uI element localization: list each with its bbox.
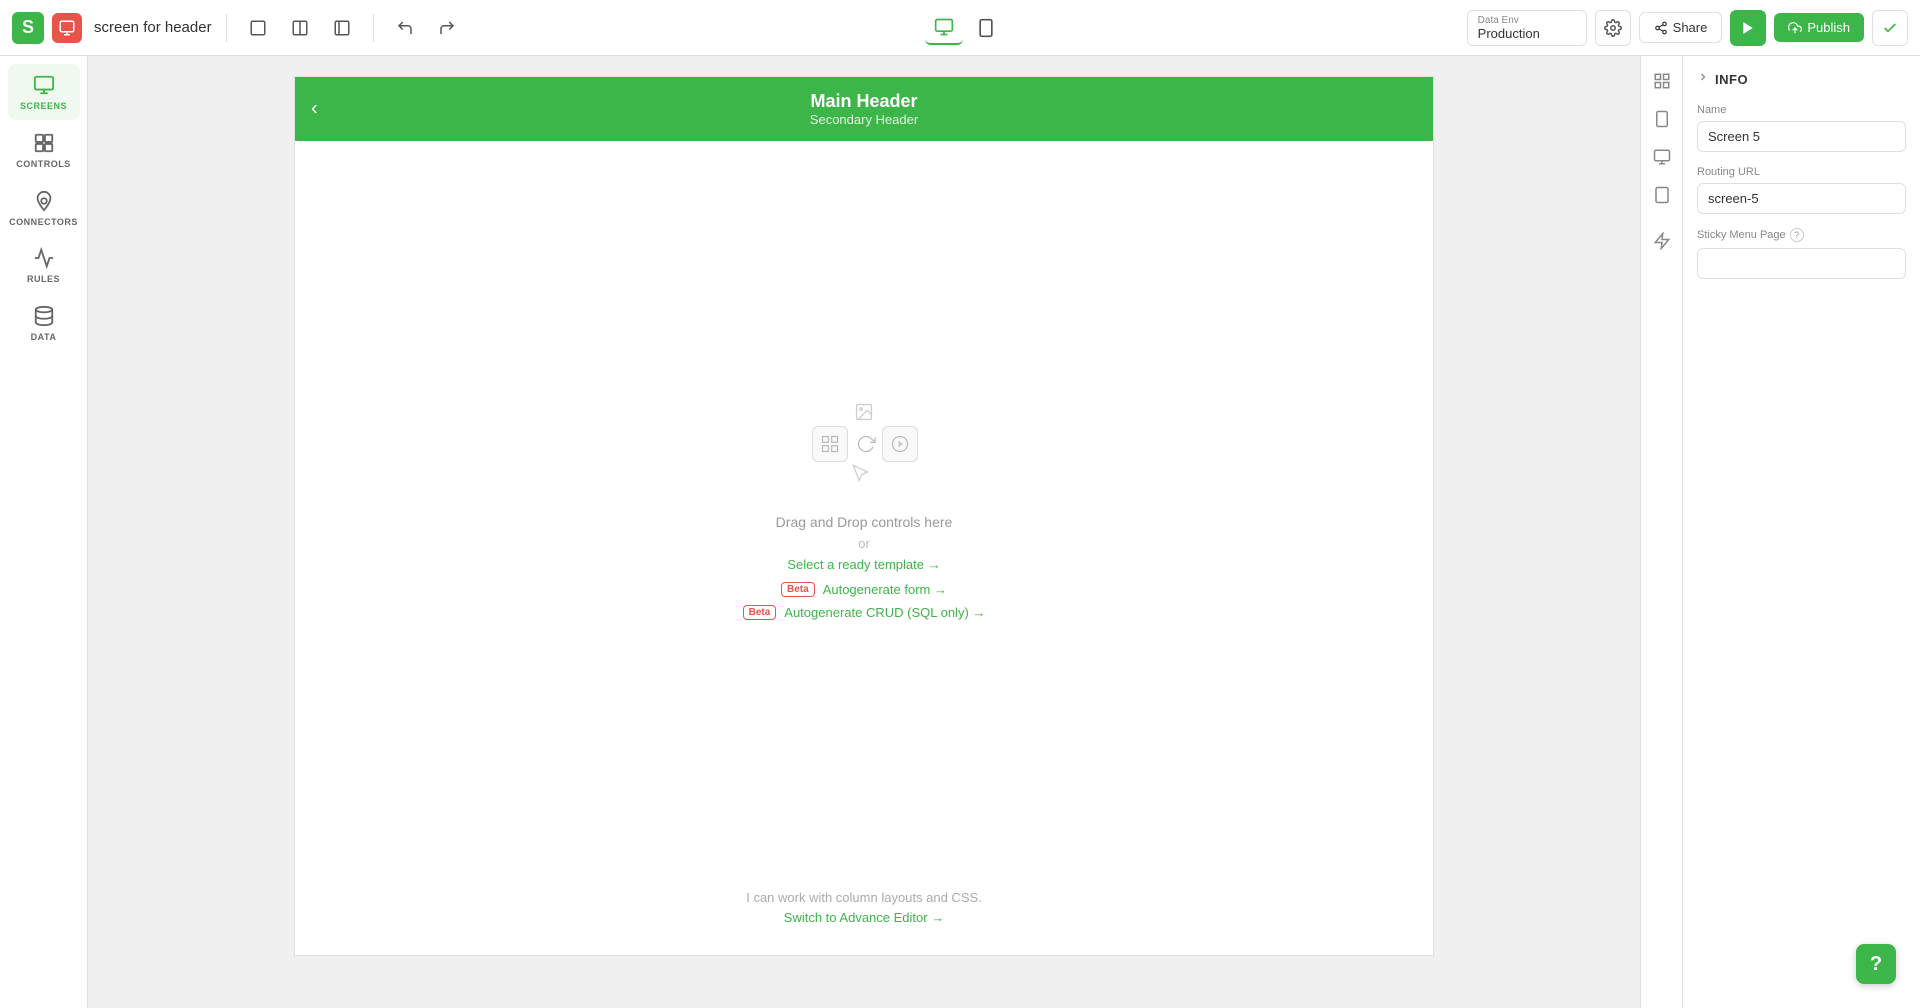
right-sidebar-icon-strip [1641, 56, 1683, 1008]
rs-mobile-tab-button[interactable] [1645, 102, 1679, 136]
sidebar-data-label: DATA [31, 332, 57, 343]
sidebar-item-connectors[interactable]: CONNECTORS [8, 180, 80, 236]
beta-row-crud: Beta Autogenerate CRUD (SQL only) → [743, 605, 986, 620]
screen-title: screen for header [94, 19, 212, 36]
info-chevron-right-icon [1697, 70, 1709, 88]
undo-button[interactable] [388, 11, 422, 45]
publish-button[interactable]: Publish [1774, 13, 1864, 42]
help-fab-button[interactable]: ? [1856, 944, 1896, 984]
autogenerate-crud-link[interactable]: Autogenerate CRUD (SQL only) → [784, 605, 985, 620]
data-env-value: Production [1478, 26, 1540, 41]
toolbar-right: Data Env Production Share Publish [1467, 10, 1908, 46]
redo-button[interactable] [430, 11, 464, 45]
right-sidebar-content: INFO Name Routing URL Sticky Menu Page ? [1683, 56, 1920, 1008]
data-env-label: Data Env [1478, 15, 1519, 26]
toolbar-divider-1 [226, 14, 227, 42]
back-arrow-button[interactable]: ‹ [311, 98, 318, 121]
canvas-inner: ‹ Main Header Secondary Header [88, 56, 1640, 1008]
sidebar-connectors-label: CONNECTORS [9, 217, 78, 228]
beta-row-form: Beta Autogenerate form → [781, 582, 947, 597]
bottom-info: I can work with column layouts and CSS. … [295, 890, 1433, 925]
left-sidebar: SCREENS CONTROLS CONNECTORS RULES DATA [0, 56, 88, 1008]
preview-button[interactable] [1730, 10, 1766, 46]
layout-side-button[interactable] [325, 11, 359, 45]
info-section-header[interactable]: INFO [1697, 70, 1906, 88]
select-template-link[interactable]: Select a ready template → [787, 557, 940, 572]
drop-zone-icons [804, 394, 924, 494]
right-sidebar: INFO Name Routing URL Sticky Menu Page ? [1640, 56, 1920, 1008]
name-field-row: Name [1697, 104, 1906, 152]
settings-button[interactable] [1595, 10, 1631, 46]
toolbar-divider-2 [373, 14, 374, 42]
screen-body: Drag and Drop controls here or Select a … [295, 141, 1433, 881]
rs-info-tab-button[interactable] [1645, 64, 1679, 98]
play-placeholder-icon [882, 426, 918, 462]
layout-full-button[interactable] [241, 11, 275, 45]
top-toolbar: S screen for header Data Env Production [0, 0, 1920, 56]
check-button[interactable] [1872, 10, 1908, 46]
routing-url-field-row: Routing URL [1697, 166, 1906, 214]
advance-editor-link[interactable]: Switch to Advance Editor → [784, 910, 944, 925]
sidebar-screens-label: SCREENS [20, 101, 67, 112]
screen-icon [52, 13, 82, 43]
screen-header: ‹ Main Header Secondary Header [295, 77, 1433, 141]
data-env-selector[interactable]: Data Env Production [1467, 10, 1587, 46]
beta-badge-crud: Beta [743, 605, 777, 620]
app-logo[interactable]: S [12, 12, 44, 44]
canvas-area: ‹ Main Header Secondary Header [88, 56, 1640, 1008]
desktop-device-button[interactable] [925, 11, 963, 45]
sidebar-item-controls[interactable]: CONTROLS [8, 122, 80, 178]
name-field-label: Name [1697, 104, 1906, 116]
autogenerate-form-link[interactable]: Autogenerate form → [823, 582, 947, 597]
device-selector [472, 11, 1459, 45]
info-section-label: INFO [1715, 72, 1748, 87]
sticky-menu-field-row: Sticky Menu Page ? [1697, 228, 1906, 279]
sticky-menu-help-icon[interactable]: ? [1790, 228, 1804, 242]
rs-tablet-tab-button[interactable] [1645, 178, 1679, 212]
cursor-placeholder-icon [842, 454, 878, 490]
share-button[interactable]: Share [1639, 12, 1723, 43]
routing-url-input[interactable] [1697, 183, 1906, 214]
drag-drop-text: Drag and Drop controls here [776, 514, 953, 530]
sticky-menu-select[interactable] [1697, 248, 1906, 279]
screen-frame: ‹ Main Header Secondary Header [294, 76, 1434, 956]
sidebar-item-screens[interactable]: SCREENS [8, 64, 80, 120]
main-area: SCREENS CONTROLS CONNECTORS RULES DATA ‹ [0, 56, 1920, 1008]
layout-half-button[interactable] [283, 11, 317, 45]
rs-lightning-tab-button[interactable] [1645, 224, 1679, 258]
secondary-header-text: Secondary Header [810, 112, 918, 127]
sidebar-rules-label: RULES [27, 274, 60, 285]
rs-desktop-tab-button[interactable] [1645, 140, 1679, 174]
routing-url-field-label: Routing URL [1697, 166, 1906, 178]
sticky-menu-label: Sticky Menu Page ? [1697, 228, 1804, 242]
sidebar-item-rules[interactable]: RULES [8, 237, 80, 293]
sidebar-item-data[interactable]: DATA [8, 295, 80, 351]
main-header-text: Main Header [810, 91, 917, 112]
right-sidebar-inner: INFO Name Routing URL Sticky Menu Page ? [1641, 56, 1920, 1008]
beta-badge-form: Beta [781, 582, 815, 597]
column-layout-text: I can work with column layouts and CSS. [746, 890, 982, 905]
sticky-menu-label-row: Sticky Menu Page ? [1697, 228, 1906, 242]
name-input[interactable] [1697, 121, 1906, 152]
mobile-device-button[interactable] [967, 11, 1005, 45]
image-placeholder-icon [846, 394, 882, 430]
sidebar-controls-label: CONTROLS [16, 159, 71, 170]
or-text: or [858, 536, 870, 551]
